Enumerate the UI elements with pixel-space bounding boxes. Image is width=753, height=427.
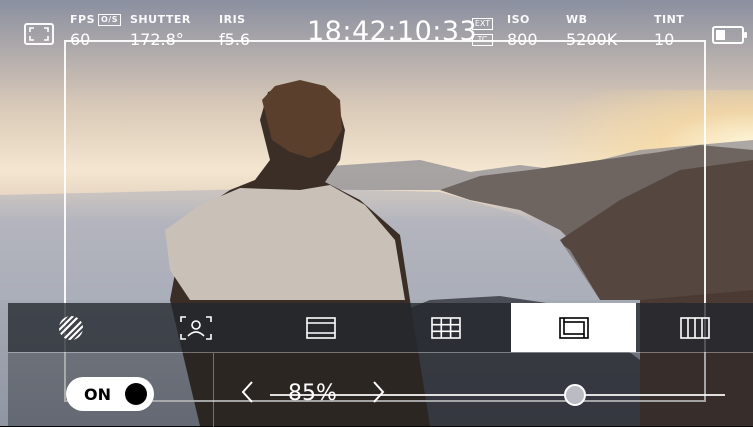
timecode-display[interactable]: 18:42:10:33 [307,16,477,47]
chevron-left-icon [241,381,253,403]
iso-value: 800 [507,30,538,49]
fps-status[interactable]: FPS O/S 60 [70,13,121,49]
wb-status[interactable]: WB 5200K [566,13,617,49]
shutter-label: SHUTTER [130,13,191,26]
timecode-source: EXT TC [472,18,493,50]
grid-icon [430,316,461,339]
toggle-label: ON [84,385,111,404]
shutter-value: 172.8° [130,30,184,49]
tool-settings-bar: ON 85% [8,352,753,427]
wb-value: 5200K [566,30,618,49]
iso-label: ISO [507,13,530,26]
status-bar: FPS O/S 60 SHUTTER 172.8° IRIS f5.6 18:42… [0,0,753,60]
fps-label: FPS [70,13,95,26]
iso-status[interactable]: ISO 800 [507,13,538,49]
offspeed-badge: O/S [98,14,121,26]
fps-value: 60 [70,30,91,49]
iris-label: IRIS [219,13,246,26]
shutter-status[interactable]: SHUTTER 172.8° [130,13,191,49]
ext-badge: EXT [472,18,493,30]
tc-badge: TC [472,34,493,46]
focus-assist-icon [179,315,212,340]
divider [213,353,214,427]
monitor-tools-bar [8,303,753,352]
percentage-slider-track[interactable] [270,394,725,396]
iris-value: f5.6 [219,30,251,49]
false-color-icon [679,316,710,339]
chevron-right-icon [373,381,385,403]
safe-area-tool[interactable] [511,303,636,352]
focus-assist-tool[interactable] [133,303,258,352]
zebra-tool[interactable] [8,303,133,352]
safe-area-toggle[interactable]: ON [66,377,154,411]
percentage-slider-thumb[interactable] [564,384,586,406]
safe-area-icon [558,316,589,339]
decrease-button[interactable] [240,379,256,411]
frame-guides-tool[interactable] [258,303,383,352]
tint-label: TINT [654,13,685,26]
false-color-tool[interactable] [636,303,753,352]
grids-tool[interactable] [383,303,508,352]
zebra-icon [58,315,83,340]
tint-value: 10 [654,30,675,49]
wb-label: WB [566,13,588,26]
battery-icon [712,26,747,44]
tint-status[interactable]: TINT 10 [654,13,684,49]
display-settings-icon[interactable] [24,23,54,45]
frame-guides-icon [305,316,336,339]
iris-status[interactable]: IRIS f5.6 [219,13,250,49]
toggle-knob [125,383,147,405]
